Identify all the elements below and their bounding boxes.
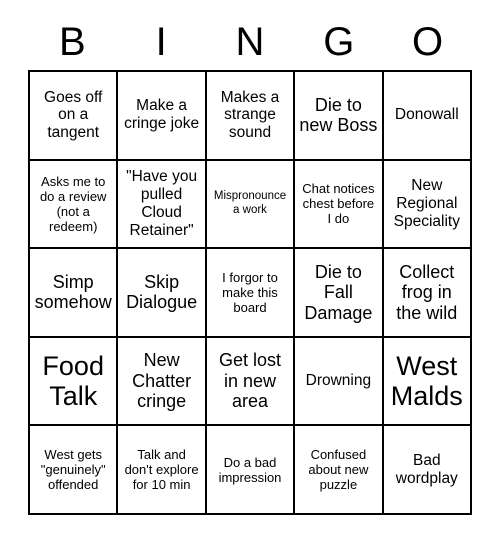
bingo-cell-r1c3[interactable]: Makes a strange sound: [206, 72, 296, 161]
bingo-cell-label: Food Talk: [42, 350, 104, 412]
bingo-cell-r5c4[interactable]: Confused about new puzzle: [295, 426, 384, 515]
bingo-cell-label: Confused about new puzzle: [308, 447, 369, 493]
bingo-cell-r1c4[interactable]: Die to new Boss: [295, 72, 384, 161]
bingo-cell-r5c2[interactable]: Talk and don't explore for 10 min: [118, 426, 207, 515]
bingo-cell-label: Die to Fall Damage: [304, 261, 373, 323]
bingo-cell-label: West Malds: [390, 350, 463, 412]
bingo-cell-r3c1[interactable]: Simp somehow: [30, 249, 119, 338]
bingo-cell-r2c4[interactable]: Chat notices chest before I do: [295, 160, 384, 250]
bingo-cell-r3c4[interactable]: Die to Fall Damage: [295, 249, 384, 338]
header-letter-n: N: [235, 20, 265, 64]
bingo-cell-r1c5[interactable]: Donowall: [383, 72, 472, 161]
bingo-cell-label: Do a bad impression: [218, 454, 282, 485]
bingo-cell-label: Skip Dialogue: [126, 271, 198, 313]
bingo-cell-r2c2[interactable]: "Have you pulled Cloud Retainer": [118, 160, 207, 250]
bingo-grid: Goes off on a tangent Make a cringe joke M…: [28, 70, 472, 515]
bingo-cell-label: Mispronounce a work: [213, 190, 287, 216]
bingo-cell-label: Collect frog in the wild: [396, 261, 458, 323]
bingo-cell-label: Talk and don't explore for 10 min: [124, 447, 199, 493]
bingo-cell-r4c1[interactable]: Food Talk: [30, 337, 119, 427]
bingo-cell-label: Bad wordplay: [395, 451, 458, 487]
bingo-cell-label: Make a cringe joke: [124, 97, 200, 133]
bingo-cell-r4c5[interactable]: West Malds: [383, 337, 472, 427]
bingo-cell-label: Makes a strange sound: [220, 88, 280, 142]
bingo-cell-r3c3[interactable]: I forgor to make this board: [206, 249, 296, 338]
bingo-cell-r1c2[interactable]: Make a cringe joke: [118, 72, 207, 161]
bingo-cell-r2c5[interactable]: New Regional Speciality: [383, 160, 472, 250]
bingo-header: B I N G O: [28, 14, 472, 70]
bingo-card: B I N G O Goes off on a tangent Make a cr…: [0, 0, 500, 544]
header-letter-o: O: [412, 20, 444, 64]
bingo-cell-r5c5[interactable]: Bad wordplay: [383, 426, 472, 515]
bingo-cell-label: New Regional Speciality: [393, 177, 460, 230]
bingo-cell-label: Goes off on a tangent: [44, 88, 103, 142]
bingo-cell-label: New Chatter cringe: [132, 350, 192, 412]
bingo-cell-label: Asks me to do a review (not a redeem): [39, 173, 107, 234]
bingo-cell-label: Simp somehow: [34, 271, 112, 313]
bingo-cell-label: Get lost in new area: [218, 350, 281, 412]
bingo-cell-r4c4[interactable]: Drowning: [295, 337, 384, 427]
bingo-cell-r3c2[interactable]: Skip Dialogue: [118, 249, 207, 338]
bingo-cell-r4c3[interactable]: Get lost in new area: [206, 337, 296, 427]
bingo-cell-r1c1[interactable]: Goes off on a tangent: [30, 72, 119, 161]
bingo-cell-label: Donowall: [394, 106, 459, 124]
bingo-cell-r5c3[interactable]: Do a bad impression: [206, 426, 296, 515]
header-letter-i: I: [155, 20, 167, 64]
bingo-cell-label: I forgor to make this board: [222, 269, 278, 316]
bingo-cell-r4c2[interactable]: New Chatter cringe: [118, 337, 207, 427]
header-letter-g: G: [323, 20, 355, 64]
bingo-cell-r2c3[interactable]: Mispronounce a work: [206, 160, 296, 250]
bingo-cell-label: Die to new Boss: [299, 94, 378, 136]
bingo-cell-label: Chat notices chest before I do: [302, 181, 375, 227]
header-letter-b: B: [59, 20, 86, 64]
bingo-cell-label: Drowning: [305, 372, 372, 390]
bingo-cell-r2c1[interactable]: Asks me to do a review (not a redeem): [30, 160, 119, 250]
bingo-cell-r5c1[interactable]: West gets "genuinely" offended: [30, 426, 119, 515]
bingo-cell-label: "Have you pulled Cloud Retainer": [126, 168, 198, 239]
bingo-cell-r3c5[interactable]: Collect frog in the wild: [383, 249, 472, 338]
bingo-cell-label: West gets "genuinely" offended: [40, 447, 106, 493]
